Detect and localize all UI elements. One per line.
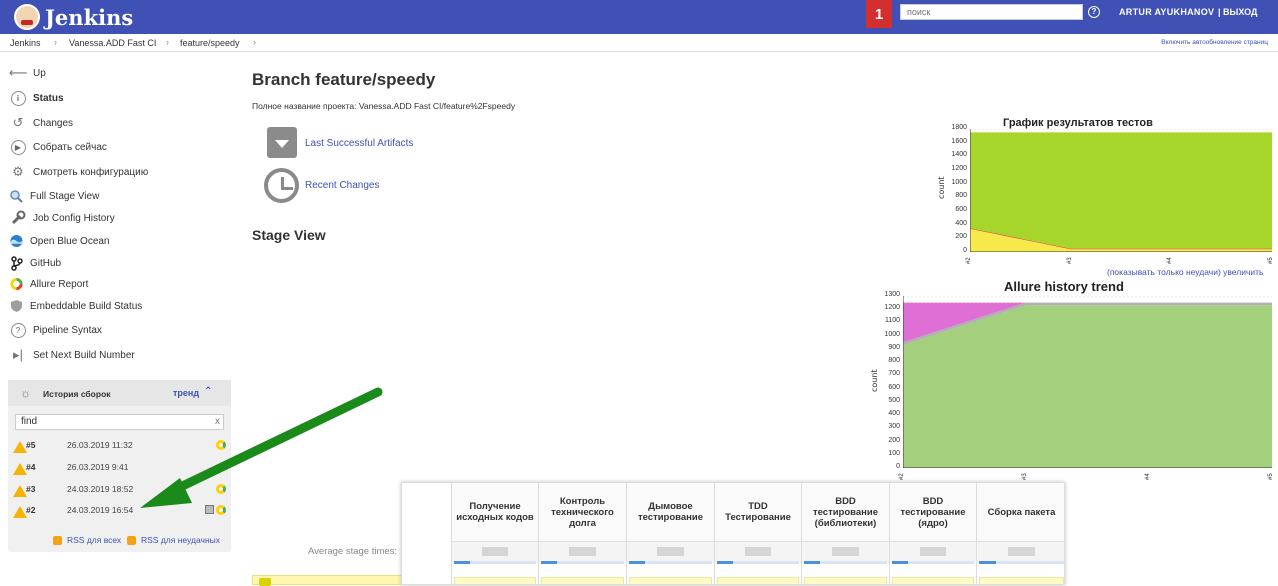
blurred-time: [745, 547, 771, 556]
stage-column[interactable]: Получение исходных кодов: [451, 483, 538, 584]
average-stage-times-label: Average stage times:: [308, 546, 398, 557]
stage-average: [452, 541, 538, 564]
stage-cell[interactable]: [892, 577, 974, 584]
stage-average: [715, 541, 801, 564]
stage-header: TDD Тестирование: [715, 483, 801, 541]
progress-bar: [628, 561, 713, 564]
stage-cell[interactable]: [454, 577, 536, 584]
stage-average: [627, 541, 714, 564]
build-summary-strip[interactable]: [252, 575, 402, 586]
stage-column[interactable]: BDD тестирование (ядро): [889, 483, 976, 584]
stage-average: [977, 541, 1064, 564]
progress-bar: [453, 561, 537, 564]
stage-cell[interactable]: [979, 577, 1064, 584]
stage-view-gutter: [402, 483, 451, 584]
stage-column[interactable]: Контроль технического долга: [538, 483, 626, 584]
stage-header: Дымовое тестирование: [627, 483, 714, 541]
blurred-time: [1008, 547, 1035, 556]
stage-column[interactable]: Дымовое тестирование: [626, 483, 714, 584]
stage-average: [539, 541, 626, 564]
stage-cell[interactable]: [541, 577, 624, 584]
progress-bar: [891, 561, 975, 564]
progress-bar: [540, 561, 625, 564]
stage-header: Контроль технического долга: [539, 483, 626, 541]
stage-average: [802, 541, 889, 564]
stage-header: Сборка пакета: [977, 483, 1064, 541]
stage-column[interactable]: BDD тестирование (библиотеки): [801, 483, 889, 584]
blurred-time: [920, 547, 946, 556]
stage-column[interactable]: Сборка пакета: [976, 483, 1064, 584]
stage-view-table: Получение исходных кодов Контроль технич…: [401, 482, 1065, 585]
progress-bar: [716, 561, 800, 564]
stage-header: Получение исходных кодов: [452, 483, 538, 541]
stage-cell[interactable]: [629, 577, 712, 584]
progress-bar: [803, 561, 888, 564]
stage-average: [890, 541, 976, 564]
blurred-time: [482, 547, 508, 556]
stage-cell[interactable]: [717, 577, 799, 584]
stage-cell[interactable]: [804, 577, 887, 584]
blurred-time: [569, 547, 596, 556]
stage-header: BDD тестирование (ядро): [890, 483, 976, 541]
blurred-time: [657, 547, 684, 556]
stage-column[interactable]: TDD Тестирование: [714, 483, 801, 584]
progress-bar: [978, 561, 1064, 564]
stage-header: BDD тестирование (библиотеки): [802, 483, 889, 541]
blurred-time: [832, 547, 859, 556]
